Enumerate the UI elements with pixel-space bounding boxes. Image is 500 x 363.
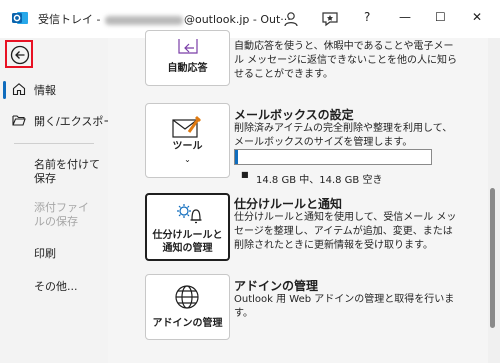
- title-suffix: @outlook.jp - Out···: [183, 13, 291, 26]
- nav-save-attachments: 添付ファイルの保存: [34, 201, 89, 228]
- mailbox-usage-text: 14.8 GB 中、14.8 GB 空き: [256, 175, 383, 186]
- auto-reply-button[interactable]: 自動応答: [145, 30, 230, 86]
- active-nav-indicator: [3, 81, 6, 99]
- back-arrow-icon: [10, 45, 30, 65]
- help-button[interactable]: ?: [364, 10, 370, 24]
- close-button[interactable]: ✕: [472, 10, 482, 24]
- auto-reply-description: 自動応答を使うと、休暇中であることや電子メール メッセージに返信できないことを他…: [234, 41, 457, 80]
- maximize-button[interactable]: ☐: [435, 10, 446, 24]
- manage-rules-button[interactable]: 仕分けルールと 通知の管理: [145, 193, 230, 261]
- rules-description: 仕分けルールと通知を使用して、受信メール メッセージを整理し、アイテムが追加、変…: [234, 212, 457, 251]
- manage-rules-label: 仕分けルールと 通知の管理: [152, 230, 223, 254]
- back-button[interactable]: [5, 40, 33, 68]
- title-prefix: 受信トレイ -: [38, 13, 104, 26]
- mailbox-description: 削除済みアイテムの完全削除や整理を利用して、メールボックスのサイズを管理します。: [234, 123, 453, 148]
- auto-reply-icon: [178, 39, 198, 54]
- tools-button[interactable]: ツール ⌄: [145, 103, 230, 178]
- minimize-button[interactable]: —: [399, 10, 411, 24]
- bullet-icon: ■: [241, 170, 249, 179]
- redacted-email: [104, 15, 183, 25]
- account-icon[interactable]: [282, 10, 300, 28]
- tools-label: ツール: [172, 141, 203, 152]
- sidebar-divider: [14, 143, 94, 144]
- home-icon: [12, 83, 26, 96]
- globe-icon: [175, 285, 199, 309]
- window-title: 受信トレイ - @outlook.jp - Out···: [38, 11, 291, 27]
- nav-save-as[interactable]: 名前を付けて保存: [34, 158, 102, 186]
- outlook-icon: [12, 12, 28, 24]
- scrollbar-thumb[interactable]: [490, 188, 495, 328]
- addins-title: アドインの管理: [234, 279, 319, 293]
- mailbox-usage-bar: [234, 149, 432, 165]
- rules-alerts-icon: [177, 204, 202, 224]
- mailbox-usage-fill: [235, 150, 238, 164]
- rules-title: 仕分けルールと通知: [234, 197, 343, 211]
- auto-reply-label: 自動応答: [167, 63, 208, 74]
- nav-info[interactable]: 情報: [34, 82, 56, 98]
- nav-more[interactable]: その他...: [34, 278, 78, 294]
- chevron-down-icon: ⌄: [184, 155, 191, 164]
- title-bar: 受信トレイ - @outlook.jp - Out··· ? — ☐ ✕: [0, 0, 500, 38]
- folder-open-icon: [12, 115, 26, 126]
- mailbox-tools-icon: [172, 116, 201, 138]
- mailbox-title: メールボックスの設定: [234, 108, 354, 122]
- nav-print[interactable]: 印刷: [34, 245, 56, 261]
- manage-addins-button[interactable]: アドインの管理: [145, 274, 230, 340]
- feedback-icon[interactable]: [321, 10, 339, 28]
- addins-description: Outlook 用 Web アドインの管理と取得を行います。: [234, 294, 455, 319]
- manage-addins-label: アドインの管理: [152, 318, 223, 329]
